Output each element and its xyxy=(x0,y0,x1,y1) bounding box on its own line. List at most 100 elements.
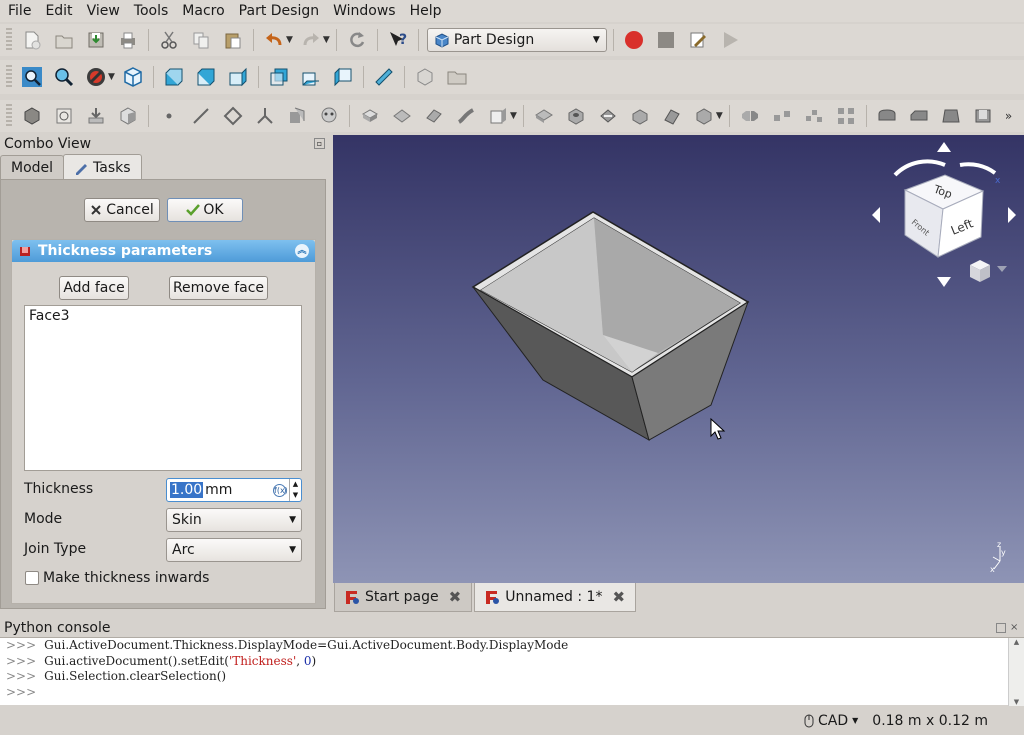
navcube-menu-icon[interactable] xyxy=(997,266,1007,272)
close-icon[interactable]: ✖ xyxy=(612,588,625,606)
tab-start-page[interactable]: Start page ✖ xyxy=(334,583,473,612)
menu-file[interactable]: File xyxy=(0,0,37,22)
workbench-selector[interactable]: Part Design ▼ xyxy=(426,28,607,52)
shape-binder-icon[interactable] xyxy=(116,104,140,128)
additive-loft-icon[interactable] xyxy=(422,104,446,128)
refresh-icon[interactable] xyxy=(345,28,369,52)
undo-dropdown-icon[interactable]: ▼ xyxy=(286,35,293,45)
thickness-panel-header[interactable]: Thickness parameters ︽ xyxy=(12,240,315,262)
toolbar-grip[interactable] xyxy=(6,28,12,52)
draw-style-icon[interactable] xyxy=(84,65,108,89)
create-part-icon[interactable] xyxy=(413,65,437,89)
pad-icon[interactable] xyxy=(358,104,382,128)
clone-icon[interactable] xyxy=(317,104,341,128)
menu-tools[interactable]: Tools xyxy=(126,0,175,22)
thickness-icon[interactable] xyxy=(971,104,995,128)
revolution-icon[interactable] xyxy=(390,104,414,128)
macro-record-icon[interactable] xyxy=(622,28,646,52)
mode-select[interactable]: Skin ▼ xyxy=(166,508,302,532)
view-front-icon[interactable] xyxy=(162,65,186,89)
ok-button[interactable]: OK xyxy=(167,198,243,222)
shape-binder-2-icon[interactable] xyxy=(285,104,309,128)
fillet-icon[interactable] xyxy=(875,104,899,128)
save-icon[interactable] xyxy=(84,28,108,52)
linear-pattern-icon[interactable] xyxy=(770,104,794,128)
inwards-checkbox[interactable] xyxy=(25,571,39,585)
console-input-line[interactable]: >>> xyxy=(0,685,1024,701)
hole-icon[interactable] xyxy=(564,104,588,128)
navigation-style-selector[interactable]: CAD ▼ xyxy=(804,713,858,729)
whats-this-icon[interactable]: ? xyxy=(386,28,410,52)
pocket-icon[interactable] xyxy=(532,104,556,128)
python-console[interactable]: >>> Gui.ActiveDocument.Thickness.DisplayM… xyxy=(0,637,1024,706)
menu-macro[interactable]: Macro xyxy=(174,0,230,22)
rotate-left-arrow-icon[interactable] xyxy=(893,159,946,177)
close-icon[interactable]: ✖ xyxy=(449,588,462,606)
rotate-right-arrow-icon[interactable] xyxy=(959,162,997,175)
view-bottom-icon[interactable] xyxy=(299,65,323,89)
draw-style-dropdown-icon[interactable]: ▼ xyxy=(108,72,115,82)
console-scrollbar[interactable]: ▲ ▼ xyxy=(1008,638,1024,706)
view-isometric-icon[interactable] xyxy=(121,65,145,89)
local-coordinate-system-icon[interactable] xyxy=(253,104,277,128)
toolbar-grip[interactable] xyxy=(6,65,12,89)
open-icon[interactable] xyxy=(52,28,76,52)
create-group-icon[interactable] xyxy=(445,65,469,89)
view-right-icon[interactable] xyxy=(226,65,250,89)
menu-help[interactable]: Help xyxy=(402,0,448,22)
expression-icon[interactable]: f(x) xyxy=(273,483,288,497)
menu-windows[interactable]: Windows xyxy=(325,0,402,22)
view-rear-icon[interactable] xyxy=(267,65,291,89)
subtractive-primitive-icon[interactable] xyxy=(692,104,716,128)
nav-right-arrow-icon[interactable] xyxy=(1008,207,1016,223)
datum-line-icon[interactable] xyxy=(189,104,213,128)
tab-unnamed-document[interactable]: Unnamed : 1* ✖ xyxy=(474,583,637,612)
multitransform-icon[interactable] xyxy=(834,104,858,128)
menu-part-design[interactable]: Part Design xyxy=(231,0,325,22)
tab-model[interactable]: Model xyxy=(0,155,65,180)
validate-sketch-icon[interactable] xyxy=(84,104,108,128)
3d-viewport[interactable]: Top Left Front x z x y xyxy=(333,135,1024,583)
measure-distance-icon[interactable] xyxy=(372,65,396,89)
add-face-button[interactable]: Add face xyxy=(59,276,129,300)
join-type-select[interactable]: Arc ▼ xyxy=(166,538,302,562)
close-console-icon[interactable]: × xyxy=(1010,623,1020,633)
subtractive-loft-icon[interactable] xyxy=(628,104,652,128)
face-list[interactable]: Face3 xyxy=(24,305,302,471)
subtractive-pipe-icon[interactable] xyxy=(660,104,684,128)
collapse-icon[interactable]: ︽ xyxy=(295,244,309,258)
polar-pattern-icon[interactable] xyxy=(802,104,826,128)
subtractive-primitive-dropdown-icon[interactable]: ▼ xyxy=(716,111,723,121)
create-body-icon[interactable] xyxy=(20,104,44,128)
copy-icon[interactable] xyxy=(189,28,213,52)
nav-up-arrow-icon[interactable] xyxy=(937,142,951,152)
additive-primitive-dropdown-icon[interactable]: ▼ xyxy=(510,111,517,121)
spin-arrows-icon[interactable]: ▲ ▼ xyxy=(289,479,301,501)
undo-icon[interactable] xyxy=(262,28,286,52)
float-console-icon[interactable] xyxy=(996,623,1006,633)
3d-model[interactable]: Top Left Front x z x y xyxy=(333,135,1024,583)
remove-face-button[interactable]: Remove face xyxy=(169,276,268,300)
macro-play-icon[interactable] xyxy=(718,28,742,52)
macro-edit-icon[interactable] xyxy=(686,28,710,52)
cancel-button[interactable]: Cancel xyxy=(84,198,160,222)
toolbar-grip[interactable] xyxy=(6,104,12,128)
print-icon[interactable] xyxy=(116,28,140,52)
mirrored-icon[interactable] xyxy=(738,104,762,128)
groove-icon[interactable] xyxy=(596,104,620,128)
redo-dropdown-icon[interactable]: ▼ xyxy=(323,35,330,45)
redo-icon[interactable] xyxy=(299,28,323,52)
nav-left-arrow-icon[interactable] xyxy=(872,207,880,223)
new-document-icon[interactable] xyxy=(20,28,44,52)
view-top-icon[interactable] xyxy=(194,65,218,89)
tab-tasks[interactable]: Tasks xyxy=(63,154,142,180)
additive-pipe-icon[interactable] xyxy=(454,104,478,128)
fit-selection-icon[interactable] xyxy=(52,65,76,89)
float-panel-icon[interactable]: ▫ xyxy=(314,138,325,149)
thickness-input[interactable]: 1.00 mm f(x) ▲ ▼ xyxy=(166,478,302,502)
cut-icon[interactable] xyxy=(157,28,181,52)
paste-icon[interactable] xyxy=(221,28,245,52)
datum-point-icon[interactable] xyxy=(157,104,181,128)
draft-icon[interactable] xyxy=(939,104,963,128)
list-item[interactable]: Face3 xyxy=(29,308,297,324)
